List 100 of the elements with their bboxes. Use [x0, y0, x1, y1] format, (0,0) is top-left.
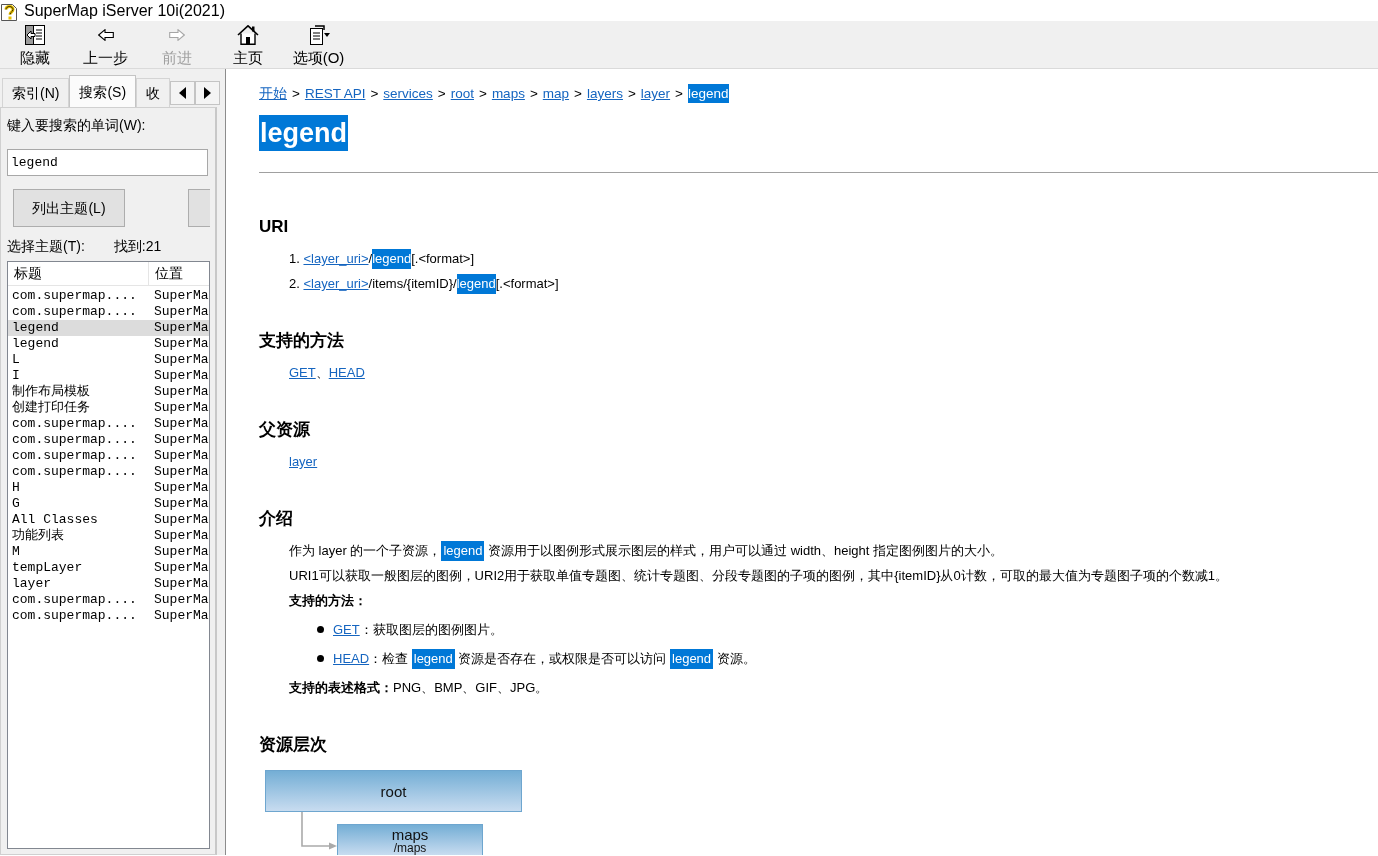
- column-header[interactable]: 标题: [8, 262, 149, 285]
- topic-title: com.supermap....: [11, 304, 138, 320]
- section-heading: URI: [259, 216, 290, 238]
- link[interactable]: root: [450, 86, 474, 101]
- result-row[interactable]: H SuperMa: [8, 480, 209, 496]
- search-field[interactable]: legend: [7, 149, 208, 176]
- topic-location: SuperMa: [153, 544, 209, 560]
- link[interactable]: REST API: [304, 86, 366, 101]
- result-row[interactable]: legend SuperMa: [8, 336, 209, 352]
- arrow-left-icon: [97, 29, 114, 41]
- toolbar-button[interactable]: 上一步: [70, 21, 141, 69]
- search-highlight: legend: [441, 541, 485, 561]
- list-topics-button[interactable]: 列出主题(L): [13, 189, 125, 227]
- topic-title: G: [11, 496, 21, 512]
- breadcrumb-separator: >: [370, 86, 379, 101]
- result-row[interactable]: layer SuperMa: [8, 576, 209, 592]
- topic-title: legend: [11, 320, 60, 336]
- result-row[interactable]: 创建打印任务 SuperMa: [8, 400, 209, 416]
- topic-title: legend: [11, 336, 60, 352]
- link[interactable]: layers: [586, 86, 623, 101]
- tab-scroll-button[interactable]: [195, 81, 221, 105]
- topic-location: SuperMa: [153, 320, 209, 336]
- toolbar-button[interactable]: 选项(O): [283, 21, 354, 69]
- link[interactable]: maps: [491, 86, 525, 101]
- topic-location: SuperMa: [153, 336, 209, 352]
- topic-title: com.supermap....: [11, 448, 138, 464]
- result-row[interactable]: com.supermap.... SuperMa: [8, 448, 209, 464]
- breadcrumb-separator: >: [627, 86, 636, 101]
- home-icon: [236, 25, 259, 45]
- bullet-icon: [317, 626, 324, 633]
- section-heading: 支持的方法: [259, 330, 345, 352]
- topic-location: SuperMa: [153, 448, 209, 464]
- result-row[interactable]: L SuperMa: [8, 352, 209, 368]
- bullet-icon: [317, 655, 324, 662]
- link[interactable]: services: [383, 86, 433, 101]
- tab[interactable]: 搜索(S): [69, 75, 137, 107]
- topic-title: 功能列表: [11, 528, 65, 544]
- paragraph: 支持的表述格式：PNG、BMP、GIF、JPG。: [288, 679, 550, 697]
- paragraph: 作为 layer 的一个子资源，legend 资源用于以图例形式展示图层的样式，用户可以通过 width、height 指定图例图片的大小。: [259, 538, 1378, 563]
- bullet-text: GET：获取图层的图例图片。: [333, 621, 503, 639]
- section-heading: 资源层次: [259, 734, 328, 756]
- search-highlight: legend: [411, 649, 455, 669]
- bullet-text: HEAD：检查 legend 资源是否存在，或权限是否可以访问 legend 资源。: [333, 646, 756, 671]
- link[interactable]: layer: [640, 86, 671, 101]
- result-row[interactable]: com.supermap.... SuperMa: [8, 288, 209, 304]
- tab-scroll-button[interactable]: [170, 81, 196, 105]
- result-row[interactable]: M SuperMa: [8, 544, 209, 560]
- link[interactable]: <layer_uri>: [303, 276, 369, 291]
- field-label: 键入要搜索的单词(W):: [7, 117, 147, 134]
- topic-location: SuperMa: [153, 352, 209, 368]
- topic-location: SuperMa: [153, 400, 209, 416]
- breadcrumb-separator: >: [574, 86, 582, 101]
- column-header[interactable]: 位置: [149, 262, 209, 285]
- topic-title: com.supermap....: [11, 416, 138, 432]
- section-heading: 父资源: [259, 419, 311, 441]
- node-label: root: [380, 783, 407, 799]
- search-highlight: legend: [688, 84, 729, 103]
- result-row[interactable]: com.supermap.... SuperMa: [8, 432, 209, 448]
- toolbar-button[interactable]: 隐藏: [0, 21, 70, 69]
- page-title: legend: [259, 115, 348, 151]
- result-row[interactable]: 功能列表 SuperMa: [8, 528, 209, 544]
- topic-location: SuperMa: [153, 512, 209, 528]
- link[interactable]: GET: [333, 622, 360, 637]
- topic-title: tempLayer: [11, 560, 84, 576]
- result-row[interactable]: legend SuperMa: [8, 320, 209, 336]
- result-row[interactable]: All Classes SuperMa: [8, 512, 209, 528]
- link[interactable]: 开始: [259, 86, 287, 101]
- topic-location: SuperMa: [153, 560, 209, 576]
- result-row[interactable]: tempLayer SuperMa: [8, 560, 209, 576]
- topic-location: SuperMa: [153, 432, 209, 448]
- topic-location: SuperMa: [153, 304, 209, 320]
- topic-location: SuperMa: [153, 496, 209, 512]
- result-row[interactable]: com.supermap.... SuperMa: [8, 608, 209, 624]
- link[interactable]: GET: [289, 365, 316, 380]
- topic-location: SuperMa: [153, 480, 209, 496]
- topic-location: SuperMa: [153, 528, 209, 544]
- topic-title: H: [11, 480, 21, 496]
- result-row[interactable]: G SuperMa: [8, 496, 209, 512]
- topic-location: SuperMa: [153, 576, 209, 592]
- result-row[interactable]: com.supermap.... SuperMa: [8, 416, 209, 432]
- link[interactable]: HEAD: [333, 651, 370, 666]
- tab[interactable]: 收: [136, 78, 171, 107]
- result-row[interactable]: com.supermap.... SuperMa: [8, 464, 209, 480]
- uri-item: 1. <layer_uri>/legend[.<format>]: [259, 246, 1378, 271]
- topic-location: SuperMa: [153, 416, 209, 432]
- link[interactable]: map: [542, 86, 570, 101]
- result-row[interactable]: com.supermap.... SuperMa: [8, 304, 209, 320]
- result-row[interactable]: I SuperMa: [8, 368, 209, 384]
- topic-title: I: [11, 368, 21, 384]
- topic-location: SuperMa: [153, 368, 209, 384]
- toolbar-button[interactable]: 主页: [212, 21, 283, 69]
- connector-arrow: [301, 812, 337, 850]
- node-label: maps: [391, 827, 429, 842]
- link[interactable]: <layer_uri>: [303, 251, 369, 266]
- topic-location: SuperMa: [153, 288, 209, 304]
- tab[interactable]: 索引(N): [2, 78, 70, 107]
- result-row[interactable]: 制作布局模板 SuperMa: [8, 384, 209, 400]
- link[interactable]: layer: [289, 454, 318, 469]
- result-row[interactable]: com.supermap.... SuperMa: [8, 592, 209, 608]
- link[interactable]: HEAD: [328, 365, 365, 380]
